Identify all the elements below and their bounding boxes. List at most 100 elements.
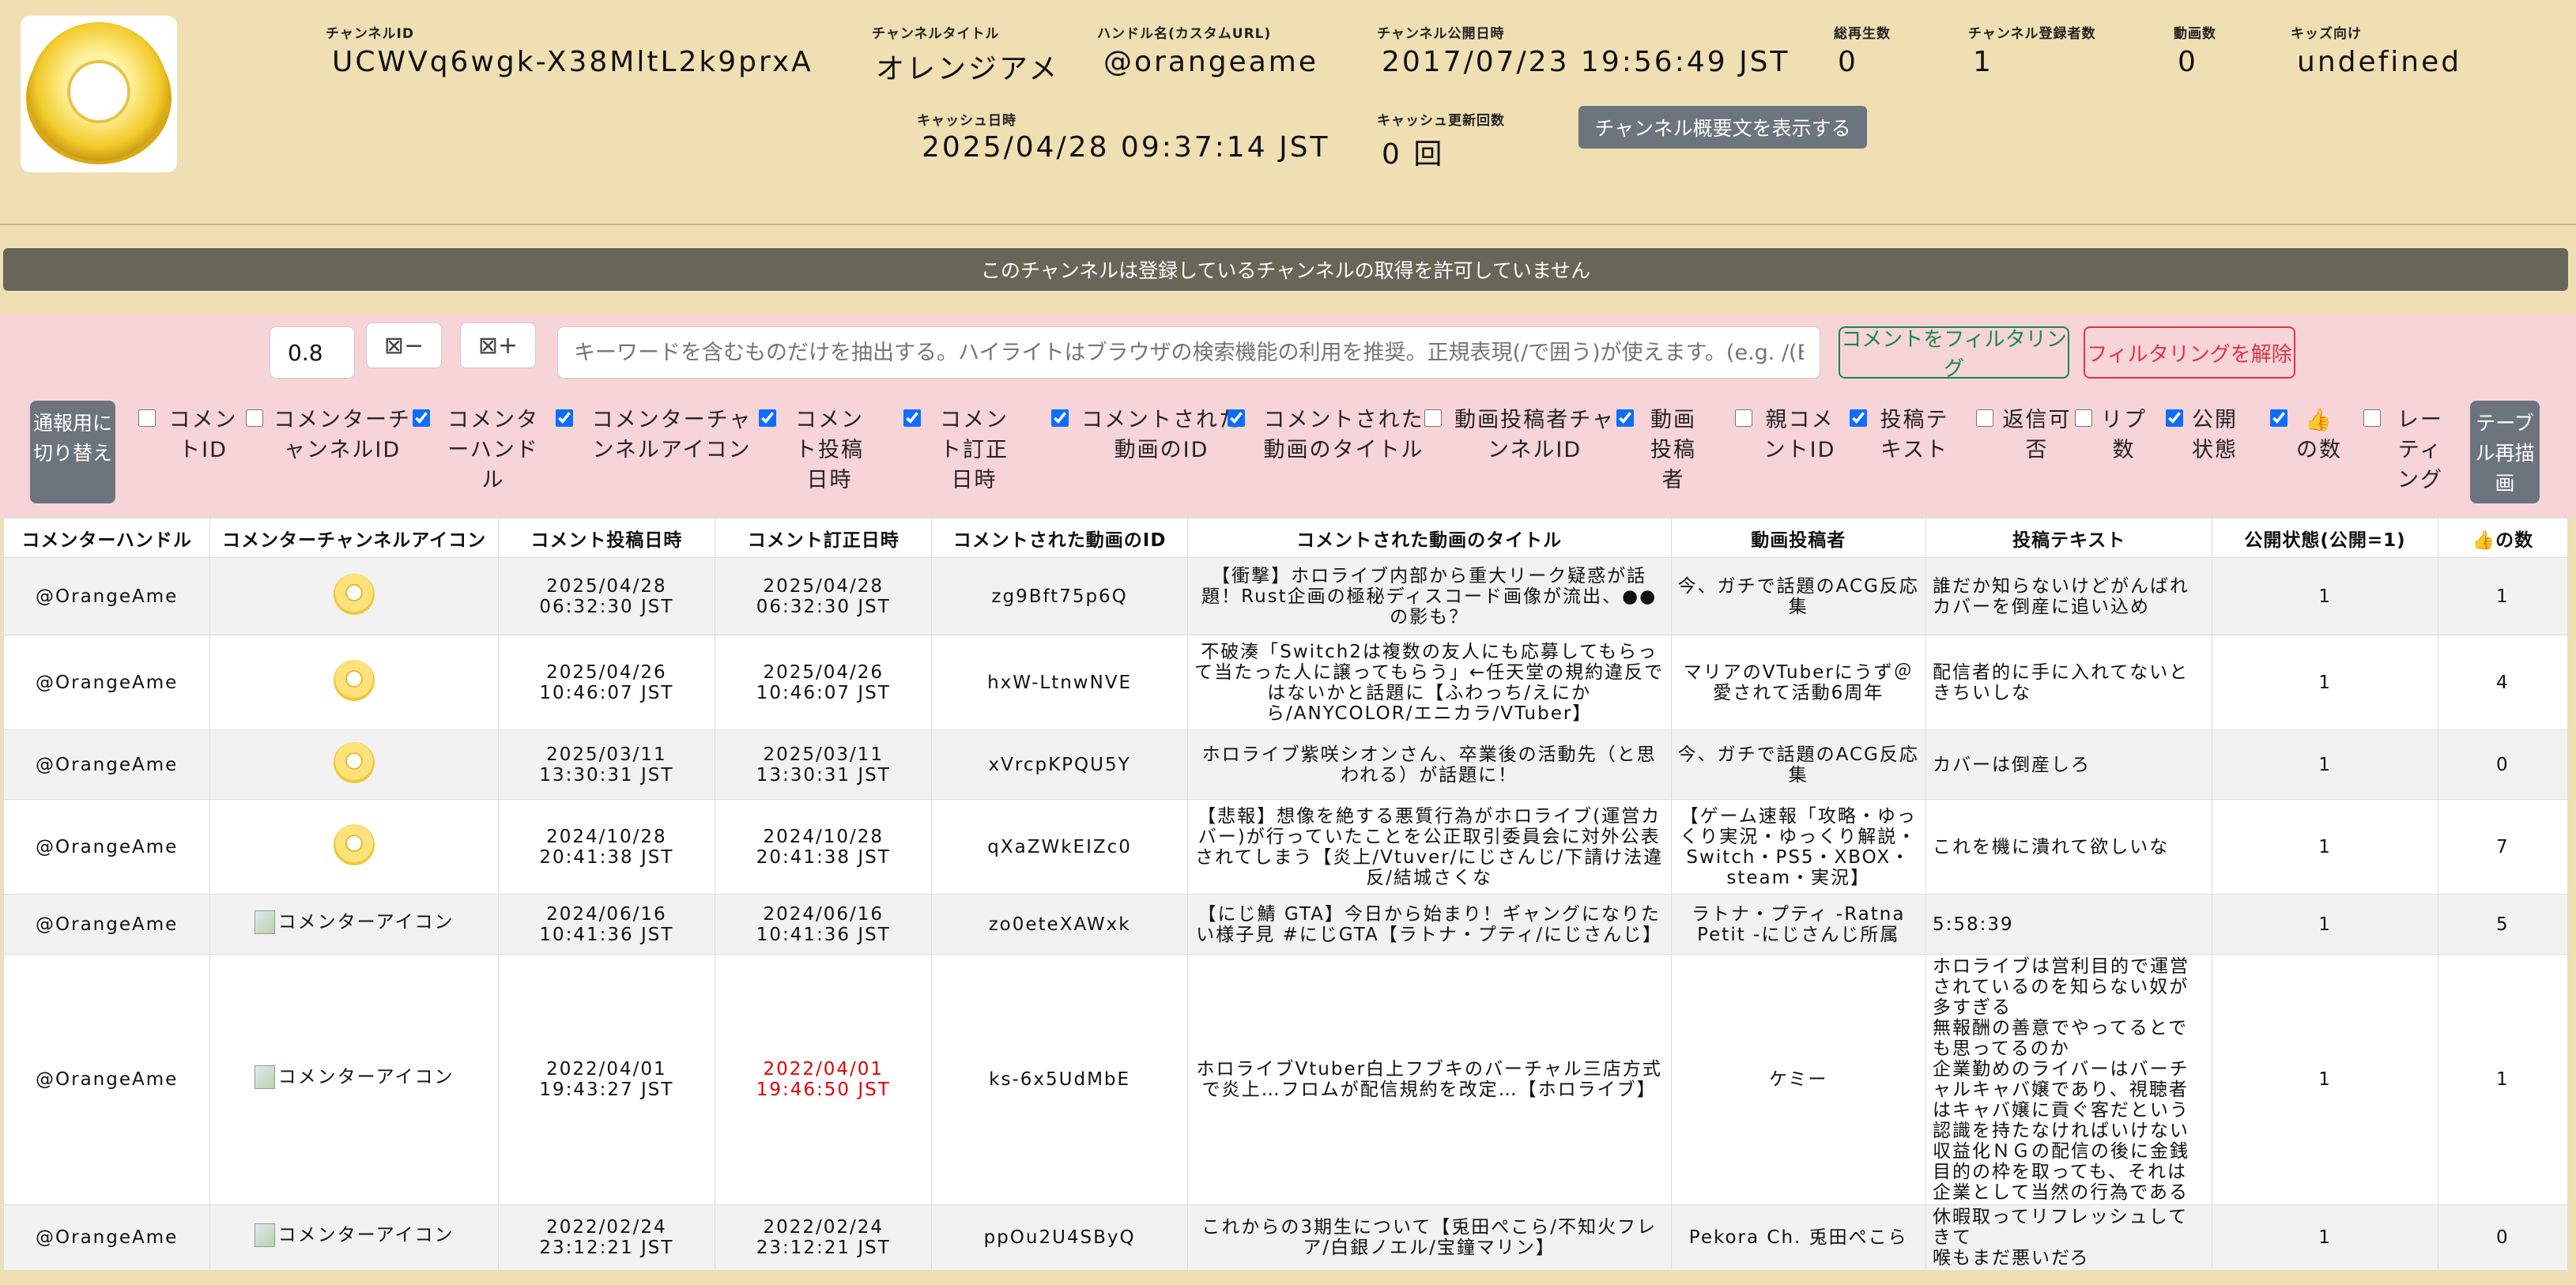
- column-toggle[interactable]: 動画投稿者チャンネルID: [1424, 405, 1620, 465]
- column-checkbox[interactable]: [1735, 409, 1752, 427]
- zoom-in-button[interactable]: ⊠+: [460, 322, 536, 368]
- clear-filter-button[interactable]: フィルタリングを解除: [2084, 326, 2295, 379]
- column-checkbox[interactable]: [2363, 409, 2381, 427]
- filter-comments-button[interactable]: コメントをフィルタリング: [1839, 326, 2069, 381]
- icon-alt-text: コメンターアイコン: [277, 1225, 454, 1245]
- column-checkbox[interactable]: [1424, 409, 1442, 427]
- commenter-handle: @OrangeAme: [2, 799, 211, 895]
- column-header[interactable]: コメント投稿日時: [497, 518, 716, 558]
- switch-report-mode-button[interactable]: 通報用に切り替え: [30, 401, 115, 503]
- keyword-input[interactable]: [557, 326, 1820, 379]
- posted-date-time: 13:30:31 JST: [539, 764, 674, 786]
- field-value: @orangeame: [1103, 46, 1318, 78]
- posted-date-day: 2022/02/24: [546, 1217, 667, 1238]
- column-checkbox[interactable]: [1228, 409, 1245, 427]
- column-checkbox[interactable]: [759, 409, 776, 427]
- icon-alt-text: コメンターアイコン: [277, 1067, 454, 1087]
- video-id: zo0eteXAWxk: [931, 894, 1188, 955]
- video-title: 【にじ鯖 GTA】今日から始まり！ギャングになりたい様子見 #にじGTA【ラトナ…: [1186, 894, 1672, 955]
- column-header[interactable]: 投稿テキスト: [1925, 518, 2213, 558]
- column-header[interactable]: 動画投稿者: [1670, 518, 1926, 558]
- column-header[interactable]: コメントされた動画のタイトル: [1186, 518, 1672, 558]
- column-toggle[interactable]: リプ数: [2075, 405, 2148, 465]
- column-toggle[interactable]: コメンターハンドル: [413, 405, 549, 496]
- field-label: キッズ向け: [2291, 26, 2362, 42]
- edited-date: 2025/04/28 06:32:30 JST: [715, 557, 933, 635]
- column-toggle[interactable]: コメントID: [138, 405, 243, 465]
- column-toggle[interactable]: 公開状態: [2166, 405, 2238, 465]
- edited-date-time: 13:30:31 JST: [756, 764, 891, 786]
- column-checkbox[interactable]: [1616, 409, 1634, 427]
- video-id: ppOu2U4SByQ: [931, 1204, 1188, 1271]
- column-checkbox[interactable]: [2075, 409, 2092, 427]
- column-toggle-label: 親コメントID: [1763, 408, 1836, 462]
- posted-date-day: 2025/04/28: [546, 575, 667, 597]
- like-count: 5: [2437, 894, 2569, 955]
- column-toggle[interactable]: コメントされた動画のID: [1051, 405, 1247, 465]
- column-toggle[interactable]: コメント訂正日時: [903, 405, 1020, 496]
- edited-date: 2025/03/11 13:30:31 JST: [715, 729, 933, 800]
- table-row[interactable]: @OrangeAme 2024/10/28 20:41:38 JST 2024/10/…: [2, 799, 2569, 895]
- column-toggle[interactable]: 動画投稿者: [1616, 405, 1705, 496]
- zoom-out-button[interactable]: ⊠−: [366, 322, 442, 368]
- column-toggle[interactable]: レーティング: [2363, 405, 2452, 496]
- column-header[interactable]: コメント訂正日時: [715, 518, 933, 558]
- posted-date-time: 06:32:30 JST: [539, 596, 674, 617]
- column-header[interactable]: コメンターハンドル: [2, 518, 211, 558]
- show-description-button[interactable]: チャンネル概要文を表示する: [1578, 106, 1867, 149]
- table-row[interactable]: @OrangeAme コメンターアイコン 2022/04/01 19:43:27 JS…: [2, 954, 2569, 1205]
- like-count: 7: [2437, 799, 2569, 895]
- posted-date-day: 2025/04/26: [546, 661, 667, 683]
- pineapple-ring-icon: [332, 572, 376, 616]
- column-checkbox[interactable]: [2166, 409, 2183, 427]
- column-checkbox[interactable]: [246, 409, 263, 427]
- column-toggle[interactable]: 👍の数: [2270, 405, 2343, 465]
- field-value: オレンジアメ: [876, 53, 1060, 85]
- column-checkbox[interactable]: [413, 409, 430, 427]
- column-checkbox[interactable]: [556, 409, 573, 427]
- video-uploader: 【ゲーム速報「攻略・ゆっくり実況・ゆっくり解説・Switch・PS5・XBOX・…: [1670, 799, 1926, 895]
- table-row[interactable]: @OrangeAme コメンターアイコン 2024/06/16 10:41:36 JS…: [2, 894, 2569, 955]
- public-status: 1: [2212, 799, 2438, 895]
- column-toggle[interactable]: コメントされた動画のタイトル: [1228, 405, 1435, 465]
- table-row[interactable]: @OrangeAme 2025/04/26 10:46:07 JST 2025/04/…: [2, 635, 2569, 730]
- video-uploader: 今、ガチで話題のACG反応集: [1670, 729, 1926, 800]
- field-label: 動画数: [2174, 26, 2216, 42]
- column-header[interactable]: 👍の数: [2437, 518, 2569, 558]
- column-toggle[interactable]: コメンターチャンネルアイコン: [556, 405, 763, 465]
- column-header[interactable]: コメントされた動画のID: [931, 518, 1188, 558]
- column-checkbox[interactable]: [1051, 409, 1069, 427]
- video-uploader: Pekora Ch. 兎田ぺこら: [1670, 1204, 1926, 1271]
- edited-date-time: 20:41:38 JST: [756, 846, 891, 868]
- video-id: ks-6x5UdMbE: [931, 954, 1188, 1205]
- column-toggle[interactable]: コメント投稿日時: [759, 405, 875, 496]
- video-title: ホロライブ紫咲シオンさん、卒業後の活動先（と思われる）が話題に！: [1186, 729, 1672, 800]
- column-checkbox[interactable]: [1850, 409, 1867, 427]
- comment-text: 休暇取ってリフレッシュしてきて 喉もまだ悪いだろ: [1925, 1204, 2213, 1271]
- video-uploader: 今、ガチで話題のACG反応集: [1670, 557, 1926, 635]
- table-row[interactable]: @OrangeAme 2025/04/28 06:32:30 JST 2025/04/…: [2, 557, 2569, 635]
- column-checkbox[interactable]: [1976, 409, 1993, 427]
- video-id: xVrcpKPQU5Y: [931, 729, 1188, 800]
- column-toggle[interactable]: 返信可否: [1976, 405, 2072, 465]
- posted-date-day: 2024/06/16: [546, 903, 667, 925]
- column-toggle[interactable]: 親コメントID: [1735, 405, 1839, 465]
- column-checkbox[interactable]: [2270, 409, 2287, 427]
- column-toggle[interactable]: 投稿テキスト: [1850, 405, 1954, 465]
- field-value: 0: [1838, 46, 1858, 78]
- column-checkbox[interactable]: [138, 409, 156, 427]
- redraw-table-button[interactable]: テーブル再描画: [2470, 401, 2540, 503]
- column-checkbox[interactable]: [903, 409, 921, 427]
- edited-date-day: 2024/06/16: [763, 903, 884, 925]
- table-row[interactable]: @OrangeAme コメンターアイコン 2022/02/24 23:12:21 JS…: [2, 1204, 2569, 1271]
- table-header-row: コメンターハンドル コメンターチャンネルアイコン コメント投稿日時 コメント訂正日時コ…: [2, 518, 2569, 558]
- column-toggle-label: コメンターチャンネルアイコン: [591, 408, 752, 462]
- table-row[interactable]: @OrangeAme 2025/03/11 13:30:31 JST 2025/03/…: [2, 729, 2569, 800]
- column-header[interactable]: コメンターチャンネルアイコン: [209, 518, 499, 558]
- commenter-handle: @OrangeAme: [2, 557, 211, 635]
- column-header[interactable]: 公開状態(公開=1): [2212, 518, 2438, 558]
- column-toggle[interactable]: コメンターチャンネルID: [246, 405, 413, 465]
- posted-date: 2022/04/01 19:43:27 JST: [497, 954, 716, 1205]
- zoom-input[interactable]: 0.8: [270, 326, 355, 379]
- edited-date-day: 2025/04/26: [763, 661, 884, 683]
